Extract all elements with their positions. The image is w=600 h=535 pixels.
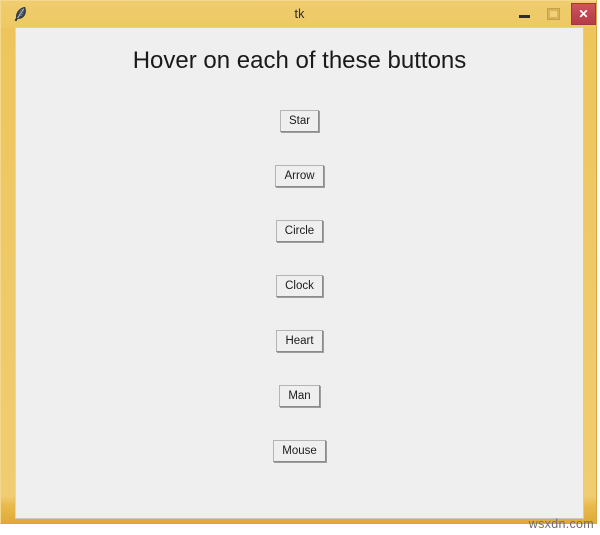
maximize-button[interactable]	[541, 4, 567, 24]
button-row: Heart	[16, 330, 583, 385]
close-icon: ✕	[578, 7, 589, 21]
hover-button-star[interactable]: Star	[279, 110, 320, 132]
minimize-icon	[519, 15, 530, 18]
hover-button-heart[interactable]: Heart	[276, 330, 323, 352]
window-frame: tk ✕ Hover on each of these buttons Star…	[0, 0, 597, 524]
maximize-icon	[547, 8, 560, 20]
page-title: Hover on each of these buttons	[132, 47, 467, 74]
button-row: Arrow	[16, 165, 583, 220]
hover-button-clock[interactable]: Clock	[276, 275, 323, 297]
button-row: Circle	[16, 220, 583, 275]
hover-button-circle[interactable]: Circle	[275, 220, 324, 242]
button-stack: Star Arrow Circle Clock Heart Man Mouse	[16, 110, 583, 495]
client-area: Hover on each of these buttons Star Arro…	[15, 27, 584, 519]
watermark: wsxdn.com	[528, 517, 594, 531]
minimize-button[interactable]	[512, 4, 538, 24]
hover-button-arrow[interactable]: Arrow	[275, 165, 324, 187]
close-button[interactable]: ✕	[571, 3, 596, 25]
button-row: Clock	[16, 275, 583, 330]
button-row: Mouse	[16, 440, 583, 495]
hover-button-man[interactable]: Man	[279, 385, 320, 407]
hover-button-mouse[interactable]: Mouse	[273, 440, 326, 462]
button-row: Man	[16, 385, 583, 440]
title-bar[interactable]: tk ✕	[1, 1, 598, 27]
button-row: Star	[16, 110, 583, 165]
window-title: tk	[294, 7, 305, 21]
